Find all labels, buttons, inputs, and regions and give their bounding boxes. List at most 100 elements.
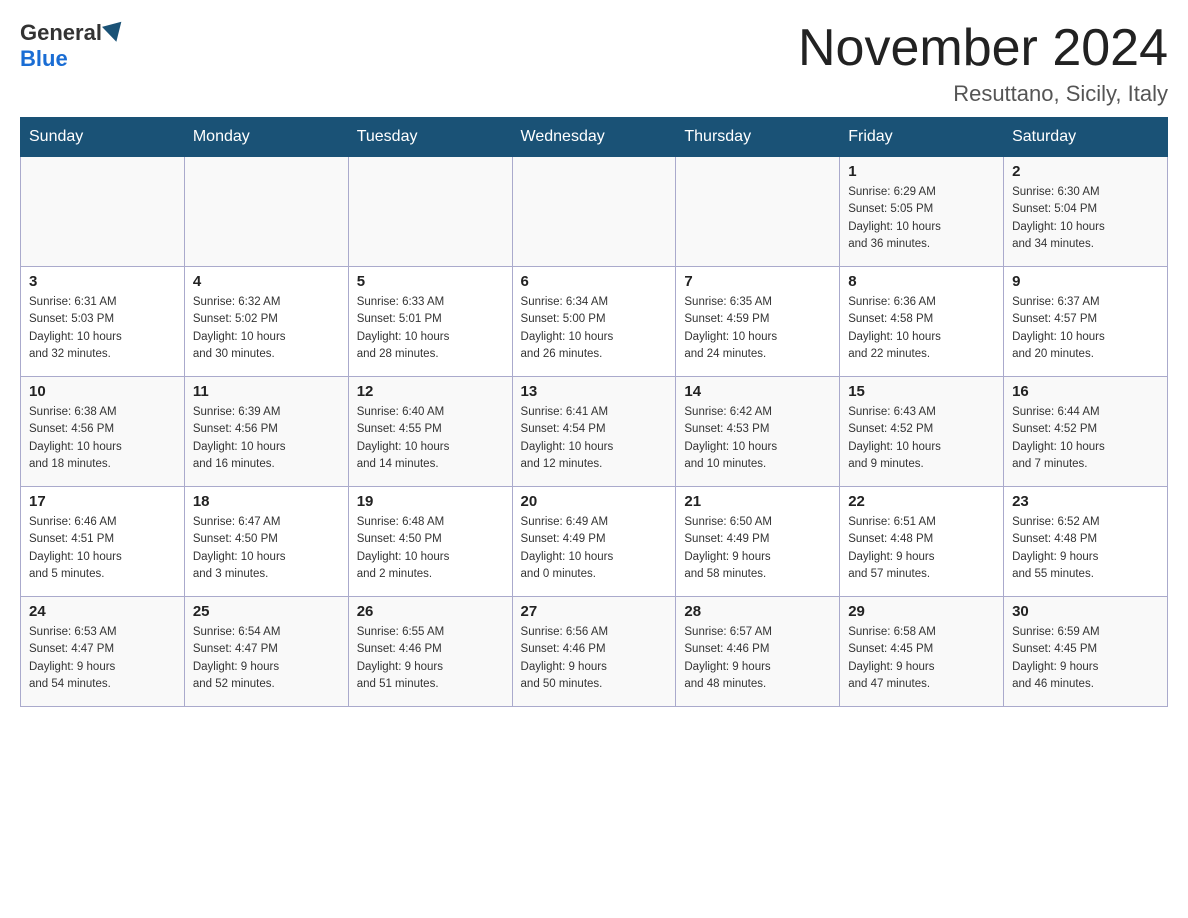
calendar-cell: 27 Sunrise: 6:56 AM Sunset: 4:46 PM Dayli… (512, 597, 676, 707)
day-number: 29 (848, 603, 995, 620)
day-number: 13 (521, 383, 668, 400)
calendar-cell: 20 Sunrise: 6:49 AM Sunset: 4:49 PM Dayli… (512, 487, 676, 597)
calendar-cell: 11Sunrise: 6:39 AM Sunset: 4:56 PM Dayli… (184, 377, 348, 487)
day-number: 7 (684, 273, 831, 290)
calendar-cell: 3Sunrise: 6:31 AM Sunset: 5:03 PM Daylig… (21, 267, 185, 377)
day-info: Sunrise: 6:29 AM Sunset: 5:05 PM Dayligh… (848, 184, 995, 253)
calendar-cell: 5 Sunrise: 6:33 AM Sunset: 5:01 PM Daylig… (348, 267, 512, 377)
day-number: 26 (357, 603, 504, 620)
day-info: Sunrise: 6:33 AM Sunset: 5:01 PM Dayligh… (357, 294, 504, 363)
calendar-cell: 26 Sunrise: 6:55 AM Sunset: 4:46 PM Dayli… (348, 597, 512, 707)
day-number: 12 (357, 383, 504, 400)
calendar-cell: 8 Sunrise: 6:36 AM Sunset: 4:58 PM Daylig… (840, 267, 1004, 377)
calendar-cell (184, 157, 348, 267)
day-number: 9 (1012, 273, 1159, 290)
day-number: 21 (684, 493, 831, 510)
logo-blue-text: Blue (20, 46, 68, 72)
calendar-cell (512, 157, 676, 267)
day-number: 17 (29, 493, 176, 510)
day-info: Sunrise: 6:55 AM Sunset: 4:46 PM Dayligh… (357, 624, 504, 693)
calendar-table: SundayMondayTuesdayWednesdayThursdayFrid… (20, 117, 1168, 707)
day-info: Sunrise: 6:38 AM Sunset: 4:56 PM Dayligh… (29, 404, 176, 473)
day-number: 4 (193, 273, 340, 290)
calendar-week-row: 3Sunrise: 6:31 AM Sunset: 5:03 PM Daylig… (21, 267, 1168, 377)
day-info: Sunrise: 6:50 AM Sunset: 4:49 PM Dayligh… (684, 514, 831, 583)
day-info: Sunrise: 6:58 AM Sunset: 4:45 PM Dayligh… (848, 624, 995, 693)
logo-general-text: General (20, 20, 102, 46)
day-number: 1 (848, 163, 995, 180)
day-number: 6 (521, 273, 668, 290)
day-number: 11 (193, 383, 340, 400)
day-info: Sunrise: 6:36 AM Sunset: 4:58 PM Dayligh… (848, 294, 995, 363)
weekday-header-friday: Friday (840, 118, 1004, 157)
logo-triangle-icon (102, 22, 126, 45)
weekday-header-thursday: Thursday (676, 118, 840, 157)
calendar-cell: 2 Sunrise: 6:30 AM Sunset: 5:04 PM Daylig… (1004, 157, 1168, 267)
day-number: 10 (29, 383, 176, 400)
calendar-week-row: 1 Sunrise: 6:29 AM Sunset: 5:05 PM Daylig… (21, 157, 1168, 267)
calendar-cell: 17 Sunrise: 6:46 AM Sunset: 4:51 PM Dayli… (21, 487, 185, 597)
weekday-header-wednesday: Wednesday (512, 118, 676, 157)
day-number: 20 (521, 493, 668, 510)
day-number: 16 (1012, 383, 1159, 400)
weekday-header-monday: Monday (184, 118, 348, 157)
calendar-cell: 13 Sunrise: 6:41 AM Sunset: 4:54 PM Dayli… (512, 377, 676, 487)
calendar-cell: 9 Sunrise: 6:37 AM Sunset: 4:57 PM Daylig… (1004, 267, 1168, 377)
day-info: Sunrise: 6:41 AM Sunset: 4:54 PM Dayligh… (521, 404, 668, 473)
day-number: 30 (1012, 603, 1159, 620)
day-info: Sunrise: 6:47 AM Sunset: 4:50 PM Dayligh… (193, 514, 340, 583)
day-info: Sunrise: 6:53 AM Sunset: 4:47 PM Dayligh… (29, 624, 176, 693)
calendar-week-row: 17 Sunrise: 6:46 AM Sunset: 4:51 PM Dayli… (21, 487, 1168, 597)
calendar-cell: 7Sunrise: 6:35 AM Sunset: 4:59 PM Daylig… (676, 267, 840, 377)
calendar-cell: 10 Sunrise: 6:38 AM Sunset: 4:56 PM Dayli… (21, 377, 185, 487)
day-info: Sunrise: 6:40 AM Sunset: 4:55 PM Dayligh… (357, 404, 504, 473)
weekday-header-tuesday: Tuesday (348, 118, 512, 157)
day-number: 2 (1012, 163, 1159, 180)
day-number: 25 (193, 603, 340, 620)
calendar-week-row: 24 Sunrise: 6:53 AM Sunset: 4:47 PM Dayli… (21, 597, 1168, 707)
day-info: Sunrise: 6:34 AM Sunset: 5:00 PM Dayligh… (521, 294, 668, 363)
day-info: Sunrise: 6:56 AM Sunset: 4:46 PM Dayligh… (521, 624, 668, 693)
day-info: Sunrise: 6:48 AM Sunset: 4:50 PM Dayligh… (357, 514, 504, 583)
weekday-header-row: SundayMondayTuesdayWednesdayThursdayFrid… (21, 118, 1168, 157)
day-number: 8 (848, 273, 995, 290)
calendar-cell: 12 Sunrise: 6:40 AM Sunset: 4:55 PM Dayli… (348, 377, 512, 487)
calendar-cell: 24 Sunrise: 6:53 AM Sunset: 4:47 PM Dayli… (21, 597, 185, 707)
title-section: November 2024 Resuttano, Sicily, Italy (798, 20, 1168, 107)
calendar-week-row: 10 Sunrise: 6:38 AM Sunset: 4:56 PM Dayli… (21, 377, 1168, 487)
calendar-cell (676, 157, 840, 267)
day-info: Sunrise: 6:59 AM Sunset: 4:45 PM Dayligh… (1012, 624, 1159, 693)
day-info: Sunrise: 6:44 AM Sunset: 4:52 PM Dayligh… (1012, 404, 1159, 473)
day-info: Sunrise: 6:42 AM Sunset: 4:53 PM Dayligh… (684, 404, 831, 473)
calendar-cell: 14Sunrise: 6:42 AM Sunset: 4:53 PM Dayli… (676, 377, 840, 487)
day-info: Sunrise: 6:30 AM Sunset: 5:04 PM Dayligh… (1012, 184, 1159, 253)
day-number: 19 (357, 493, 504, 510)
day-number: 3 (29, 273, 176, 290)
day-info: Sunrise: 6:46 AM Sunset: 4:51 PM Dayligh… (29, 514, 176, 583)
day-info: Sunrise: 6:37 AM Sunset: 4:57 PM Dayligh… (1012, 294, 1159, 363)
calendar-cell: 22Sunrise: 6:51 AM Sunset: 4:48 PM Dayli… (840, 487, 1004, 597)
calendar-cell: 29 Sunrise: 6:58 AM Sunset: 4:45 PM Dayli… (840, 597, 1004, 707)
calendar-cell: 15Sunrise: 6:43 AM Sunset: 4:52 PM Dayli… (840, 377, 1004, 487)
day-info: Sunrise: 6:54 AM Sunset: 4:47 PM Dayligh… (193, 624, 340, 693)
calendar-cell: 19 Sunrise: 6:48 AM Sunset: 4:50 PM Dayli… (348, 487, 512, 597)
day-info: Sunrise: 6:52 AM Sunset: 4:48 PM Dayligh… (1012, 514, 1159, 583)
weekday-header-saturday: Saturday (1004, 118, 1168, 157)
calendar-cell (21, 157, 185, 267)
day-info: Sunrise: 6:43 AM Sunset: 4:52 PM Dayligh… (848, 404, 995, 473)
calendar-cell: 28Sunrise: 6:57 AM Sunset: 4:46 PM Dayli… (676, 597, 840, 707)
calendar-cell: 21 Sunrise: 6:50 AM Sunset: 4:49 PM Dayli… (676, 487, 840, 597)
day-number: 27 (521, 603, 668, 620)
calendar-cell: 6 Sunrise: 6:34 AM Sunset: 5:00 PM Daylig… (512, 267, 676, 377)
day-number: 24 (29, 603, 176, 620)
day-number: 5 (357, 273, 504, 290)
location-subtitle: Resuttano, Sicily, Italy (798, 81, 1168, 107)
logo: General Blue (20, 20, 126, 72)
weekday-header-sunday: Sunday (21, 118, 185, 157)
day-number: 22 (848, 493, 995, 510)
calendar-cell: 18Sunrise: 6:47 AM Sunset: 4:50 PM Dayli… (184, 487, 348, 597)
day-info: Sunrise: 6:57 AM Sunset: 4:46 PM Dayligh… (684, 624, 831, 693)
calendar-cell: 4Sunrise: 6:32 AM Sunset: 5:02 PM Daylig… (184, 267, 348, 377)
day-info: Sunrise: 6:49 AM Sunset: 4:49 PM Dayligh… (521, 514, 668, 583)
page-header: General Blue November 2024 Resuttano, Si… (20, 20, 1168, 107)
